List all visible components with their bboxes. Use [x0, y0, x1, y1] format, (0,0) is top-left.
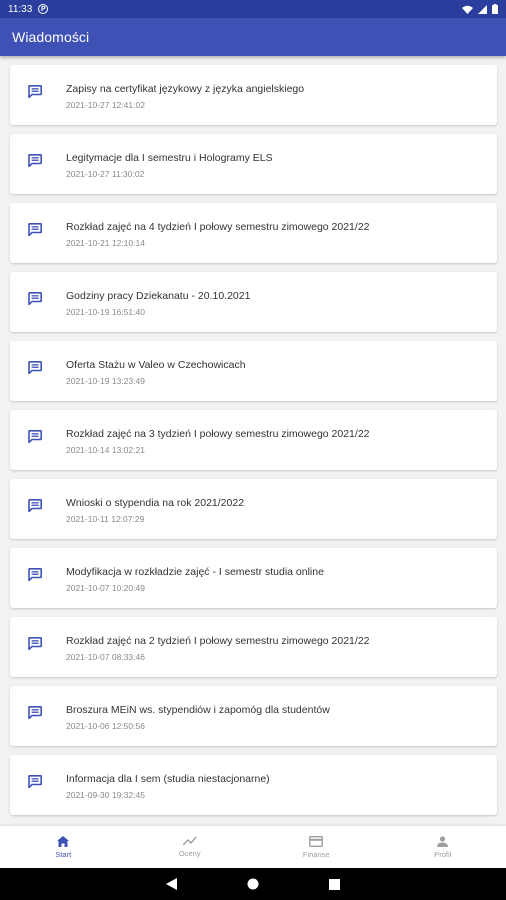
message-date: 2021-10-14 13:02:21 — [66, 445, 145, 455]
message-icon — [28, 223, 42, 236]
wifi-icon — [462, 5, 473, 14]
home-icon — [57, 835, 70, 847]
signal-icon — [478, 4, 487, 14]
status-time: 11:33 — [8, 3, 33, 15]
message-date: 2021-10-11 12:07:29 — [66, 514, 145, 524]
message-icon — [28, 775, 42, 788]
message-texts: Broszura MEiN ws. stypendiów i zapomóg d… — [66, 704, 330, 731]
person-icon — [437, 835, 449, 847]
message-card[interactable]: Godziny pracy Dziekanatu - 20.10.2021 202… — [10, 272, 497, 332]
trending-icon — [182, 836, 197, 846]
message-card[interactable]: Rozkład zajęć na 3 tydzień I połowy seme… — [10, 410, 497, 470]
message-card[interactable]: Rozkład zajęć na 2 tydzień I połowy seme… — [10, 617, 497, 677]
message-date: 2021-10-07 10:20:49 — [66, 583, 145, 593]
system-navigation-bar — [0, 868, 506, 900]
message-date: 2021-09-30 19:32:45 — [66, 790, 145, 800]
nav-start-label: Start — [55, 849, 72, 859]
message-card[interactable]: Zapisy na certyfikat językowy z języka a… — [10, 65, 497, 125]
nav-profil-label: Profil — [434, 849, 452, 859]
back-icon[interactable] — [166, 878, 177, 890]
message-texts: Legitymacje dla I semestru i Hologramy E… — [66, 152, 273, 179]
message-title: Informacja dla I sem (studia niestacjona… — [66, 773, 270, 785]
nav-oceny[interactable]: Oceny — [127, 826, 254, 868]
message-icon — [28, 499, 42, 512]
message-icon — [28, 292, 42, 305]
recents-icon[interactable] — [329, 878, 340, 890]
message-card[interactable]: Modyfikacja w rozkładzie zajęć - I semes… — [10, 548, 497, 608]
message-texts: Rozkład zajęć na 4 tydzień I połowy seme… — [66, 221, 370, 248]
message-texts: Godziny pracy Dziekanatu - 20.10.2021 202… — [66, 290, 250, 317]
message-date: 2021-10-19 13:23:49 — [66, 376, 145, 386]
message-icon — [28, 85, 42, 98]
message-title: Rozkład zajęć na 2 tydzień I połowy seme… — [66, 635, 370, 647]
message-texts: Modyfikacja w rozkładzie zajęć - I semes… — [66, 566, 324, 593]
message-title: Rozkład zajęć na 4 tydzień I połowy seme… — [66, 221, 370, 233]
nav-profil[interactable]: Profil — [380, 826, 506, 868]
message-card[interactable]: Oferta Stażu w Valeo w Czechowicach 2021-… — [10, 341, 497, 401]
message-texts: Oferta Stażu w Valeo w Czechowicach 2021-… — [66, 359, 246, 386]
message-title: Legitymacje dla I semestru i Hologramy E… — [66, 152, 273, 164]
message-date: 2021-10-21 12:10:14 — [66, 238, 145, 248]
message-title: Oferta Stażu w Valeo w Czechowicach — [66, 359, 246, 371]
message-icon — [28, 637, 42, 650]
message-card[interactable]: Broszura MEiN ws. stypendiów i zapomóg d… — [10, 686, 497, 746]
message-title: Rozkład zajęć na 3 tydzień I połowy seme… — [66, 428, 370, 440]
message-icon — [28, 568, 42, 581]
message-date: 2021-10-06 12:50:56 — [66, 721, 145, 731]
message-card[interactable]: Legitymacje dla I semestru i Hologramy E… — [10, 134, 497, 194]
card-icon — [309, 835, 324, 847]
home-button-icon[interactable] — [247, 878, 259, 890]
nav-finanse[interactable]: Finanse — [253, 826, 380, 868]
message-card[interactable]: Wnioski o stypendia na rok 2021/2022 2021… — [10, 479, 497, 539]
notification-p-icon: P — [38, 4, 49, 14]
message-date: 2021-10-27 12:41:02 — [66, 100, 145, 110]
message-date: 2021-10-19 16:51:40 — [66, 307, 145, 317]
message-title: Zapisy na certyfikat językowy z języka a… — [66, 83, 305, 95]
message-icon — [28, 361, 42, 374]
app-bar: Wiadomości — [0, 18, 506, 56]
message-texts: Rozkład zajęć na 3 tydzień I połowy seme… — [66, 428, 370, 455]
message-title: Broszura MEiN ws. stypendiów i zapomóg d… — [66, 704, 330, 716]
message-date: 2021-10-27 11:30:02 — [66, 169, 145, 179]
message-date: 2021-10-07 08:33:46 — [66, 652, 145, 662]
message-texts: Informacja dla I sem (studia niestacjona… — [66, 773, 270, 800]
message-title: Modyfikacja w rozkładzie zajęć - I semes… — [66, 566, 324, 578]
message-icon — [28, 154, 42, 167]
message-title: Wnioski o stypendia na rok 2021/2022 — [66, 497, 245, 509]
message-texts: Rozkład zajęć na 2 tydzień I połowy seme… — [66, 635, 370, 662]
messages-list[interactable]: Zapisy na certyfikat językowy z języka a… — [0, 56, 506, 826]
message-title: Godziny pracy Dziekanatu - 20.10.2021 — [66, 290, 251, 302]
message-icon — [28, 706, 42, 719]
nav-start[interactable]: Start — [0, 826, 127, 868]
nav-finanse-label: Finanse — [302, 849, 330, 859]
message-card[interactable]: Rozkład zajęć na 4 tydzień I połowy seme… — [10, 203, 497, 263]
message-card[interactable]: Informacja dla I sem (studia niestacjona… — [10, 755, 497, 815]
battery-icon — [492, 4, 498, 14]
nav-oceny-label: Oceny — [178, 849, 201, 858]
bottom-navigation: Start Oceny Finanse Profil — [0, 826, 506, 868]
message-icon — [28, 430, 42, 443]
message-texts: Wnioski o stypendia na rok 2021/2022 2021… — [66, 497, 244, 524]
message-texts: Zapisy na certyfikat językowy z języka a… — [66, 83, 304, 110]
page-title: Wiadomości — [12, 29, 90, 45]
status-bar: 11:33 P — [0, 0, 506, 18]
